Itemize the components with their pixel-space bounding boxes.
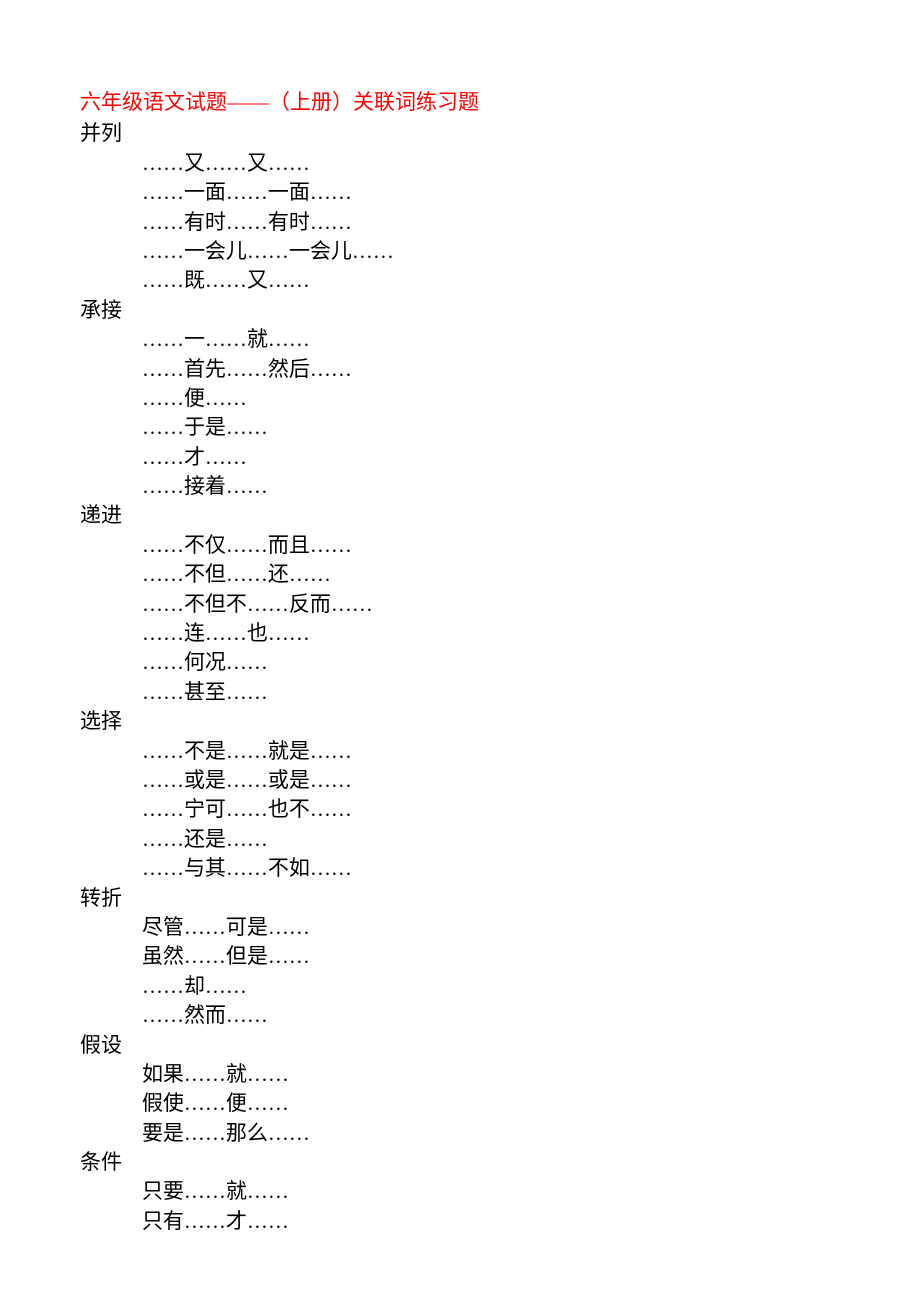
conjunction-item: ……一会儿……一会儿…… — [80, 237, 840, 266]
conjunction-item: 如果……就…… — [80, 1060, 840, 1089]
conjunction-item: ……不仅……而且…… — [80, 531, 840, 560]
conjunction-item: ……却…… — [80, 972, 840, 1001]
conjunction-item: ……接着…… — [80, 472, 840, 501]
conjunction-item: ……有时……有时…… — [80, 208, 840, 237]
category-heading: 承接 — [80, 296, 840, 325]
category-heading: 假设 — [80, 1031, 840, 1060]
conjunction-item: 虽然……但是…… — [80, 942, 840, 971]
category-heading: 选择 — [80, 707, 840, 736]
conjunction-item: 只要……就…… — [80, 1177, 840, 1206]
conjunction-item: ……与其……不如…… — [80, 854, 840, 883]
document-title: 六年级语文试题——（上册）关联词练习题 — [80, 88, 840, 117]
conjunction-item: ……连……也…… — [80, 619, 840, 648]
conjunction-item: ……便…… — [80, 384, 840, 413]
conjunction-item: ……不但不……反而…… — [80, 590, 840, 619]
conjunction-item: ……一……就…… — [80, 325, 840, 354]
conjunction-item: ……何况…… — [80, 648, 840, 677]
conjunction-item: 尽管……可是…… — [80, 913, 840, 942]
conjunction-item: ……于是…… — [80, 413, 840, 442]
conjunction-item: ……一面……一面…… — [80, 178, 840, 207]
conjunction-item: ……甚至…… — [80, 678, 840, 707]
conjunction-item: ……宁可……也不…… — [80, 795, 840, 824]
conjunction-item: 只有……才…… — [80, 1207, 840, 1236]
conjunction-item: ……首先……然后…… — [80, 355, 840, 384]
conjunction-item: ……既……又…… — [80, 266, 840, 295]
category-heading: 递进 — [80, 501, 840, 530]
category-heading: 并列 — [80, 119, 840, 148]
category-heading: 转折 — [80, 884, 840, 913]
conjunction-item: ……又……又…… — [80, 149, 840, 178]
conjunction-item: ……才…… — [80, 443, 840, 472]
conjunction-item: ……然而…… — [80, 1001, 840, 1030]
category-heading: 条件 — [80, 1148, 840, 1177]
document-page: 六年级语文试题——（上册）关联词练习题 并列……又……又…………一面……一面……… — [0, 0, 920, 1302]
conjunction-item: ……不是……就是…… — [80, 737, 840, 766]
conjunction-item: 要是……那么…… — [80, 1119, 840, 1148]
conjunction-item: ……不但……还…… — [80, 560, 840, 589]
conjunction-item: 假使……便…… — [80, 1089, 840, 1118]
conjunction-item: ……还是…… — [80, 825, 840, 854]
content: 并列……又……又…………一面……一面…………有时……有时…………一会儿……一会儿… — [80, 119, 840, 1236]
conjunction-item: ……或是……或是…… — [80, 766, 840, 795]
